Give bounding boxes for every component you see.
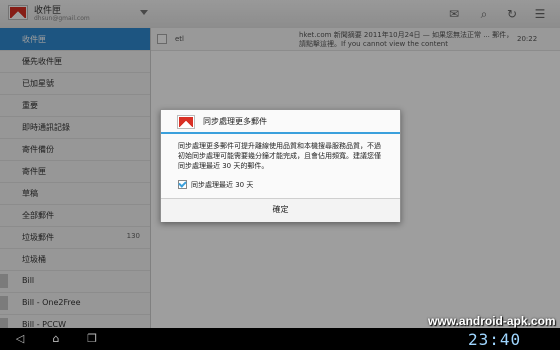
watermark: www.android-apk.com <box>428 314 556 328</box>
system-clock: 23:40 <box>468 330 522 349</box>
sync-more-mail-dialog: 同步處理更多郵件 同步處理更多郵件可提升離線使用品質和本機搜尋服務品質，不過初始… <box>160 109 401 222</box>
sync-30-days-checkbox[interactable] <box>178 180 187 189</box>
home-icon[interactable]: ⌂ <box>46 333 66 345</box>
dialog-message: 同步處理更多郵件可提升離線使用品質和本機搜尋服務品質，不過初始同步處理可能需要幾… <box>178 142 381 170</box>
checkbox-label[interactable]: 同步處理最近 30 天 <box>191 180 253 190</box>
back-icon[interactable]: ◁ <box>10 333 30 345</box>
gmail-logo-icon <box>177 115 195 129</box>
recent-apps-icon[interactable]: ❐ <box>82 333 102 345</box>
dialog-header: 同步處理更多郵件 <box>161 110 400 134</box>
dialog-title: 同步處理更多郵件 <box>203 117 267 126</box>
system-bar: ◁ ⌂ ❐ 23:40 <box>0 328 560 350</box>
ok-button[interactable]: 確定 <box>161 198 400 222</box>
